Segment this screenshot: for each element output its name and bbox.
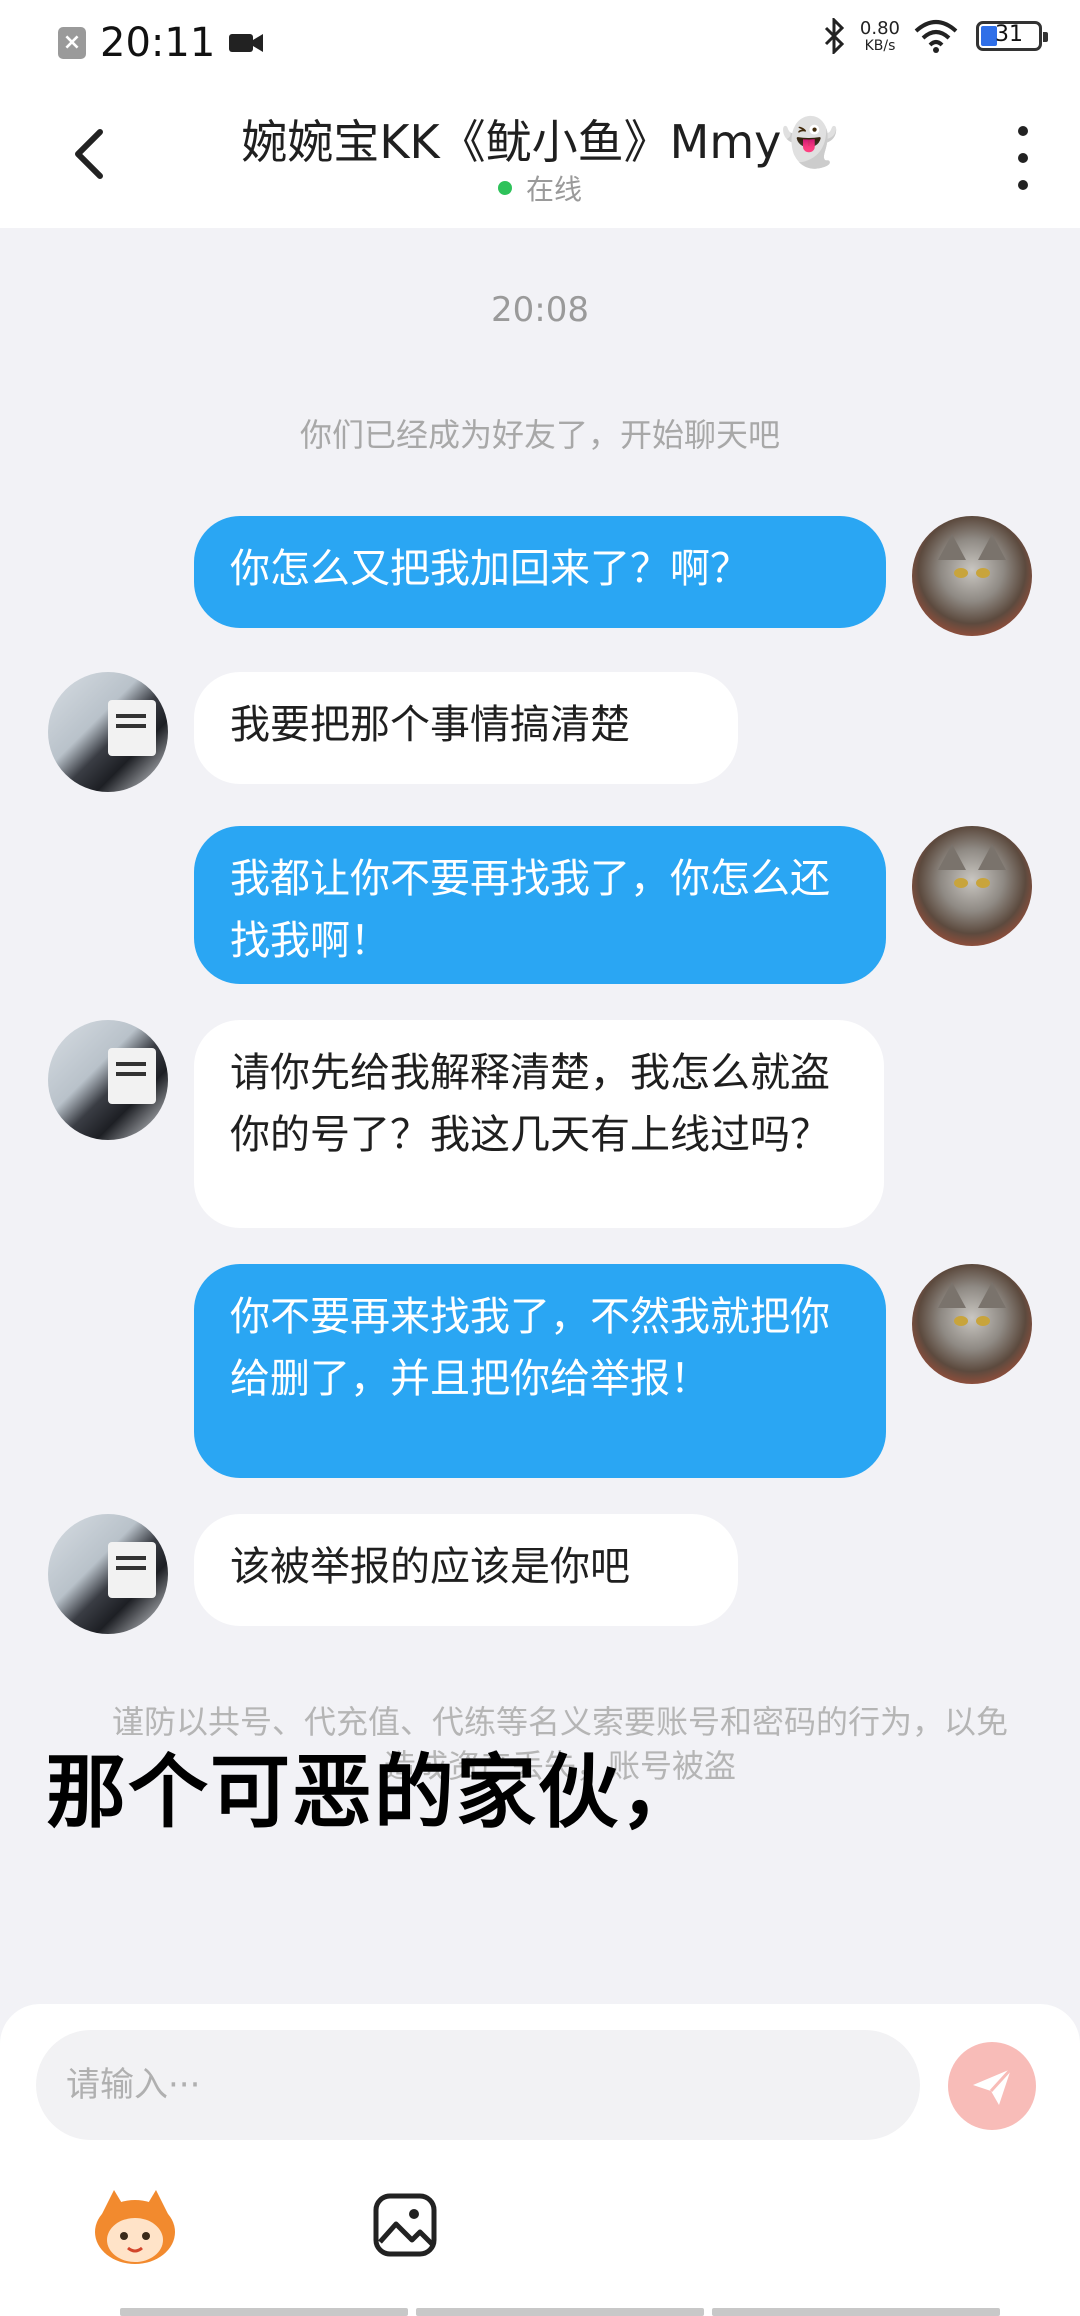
message-bubble-received[interactable]: 请你先给我解释清楚，我怎么就盗你的号了？我这几天有上线过吗？ (194, 1020, 884, 1228)
video-camera-icon (229, 34, 264, 52)
net-speed-value: 0.80 (859, 18, 900, 39)
battery-icon: 31 (976, 21, 1048, 51)
status-bar: × 20:11 0.80 KB/s 31 (0, 0, 1080, 82)
net-speed: 0.80 KB/s (859, 18, 900, 54)
my-avatar[interactable] (912, 1264, 1032, 1384)
wifi-icon (914, 20, 958, 53)
battery-tip (1043, 32, 1048, 42)
contact-avatar[interactable] (48, 1514, 168, 1634)
contact-avatar[interactable] (48, 1020, 168, 1140)
status-left: × 20:11 (58, 20, 264, 66)
battery-level: 31 (995, 22, 1023, 47)
message-bubble-sent[interactable]: 你不要再来找我了，不然我就把你给删了，并且把你给举报！ (194, 1264, 886, 1478)
message-input[interactable] (36, 2030, 920, 2140)
mascot-emoji-icon[interactable] (92, 2188, 178, 2268)
chat-title: 婉婉宝KK《鱿小鱼》Mmy👻 (241, 115, 839, 169)
online-dot-icon (497, 181, 512, 195)
my-avatar[interactable] (912, 516, 1032, 636)
system-message: 你们已经成为好友了，开始聊天吧 (299, 416, 780, 454)
message-bubble-sent[interactable]: 你怎么又把我加回来了？啊？ (194, 516, 886, 628)
chat-header: 婉婉宝KK《鱿小鱼》Mmy👻 在线 (0, 82, 1080, 228)
chat-timestamp: 20:08 (491, 290, 589, 330)
paper-plane-icon (973, 2067, 1013, 2105)
more-options-icon[interactable] (1008, 126, 1038, 190)
close-box-icon: × (58, 27, 86, 59)
message-bubble-received[interactable]: 该被举报的应该是你吧 (194, 1514, 738, 1626)
status-time: 20:11 (100, 20, 216, 66)
message-bubble-sent[interactable]: 我都让你不要再找我了，你怎么还找我啊！ (194, 826, 886, 984)
contact-avatar[interactable] (48, 672, 168, 792)
my-avatar[interactable] (912, 826, 1032, 946)
status-right: 0.80 KB/s 31 (822, 18, 1048, 54)
bottom-nav-indicator (120, 2308, 1000, 2316)
online-status: 在线 (0, 168, 1080, 208)
online-status-label: 在线 (525, 173, 582, 206)
input-area (0, 2004, 1080, 2316)
video-subtitle: 那个可恶的家伙， (46, 1746, 702, 1839)
send-button[interactable] (948, 2042, 1036, 2130)
bluetooth-icon (824, 18, 845, 54)
image-icon[interactable] (372, 2192, 438, 2258)
message-bubble-received[interactable]: 我要把那个事情搞清楚 (194, 672, 738, 784)
net-speed-unit: KB/s (864, 38, 896, 54)
